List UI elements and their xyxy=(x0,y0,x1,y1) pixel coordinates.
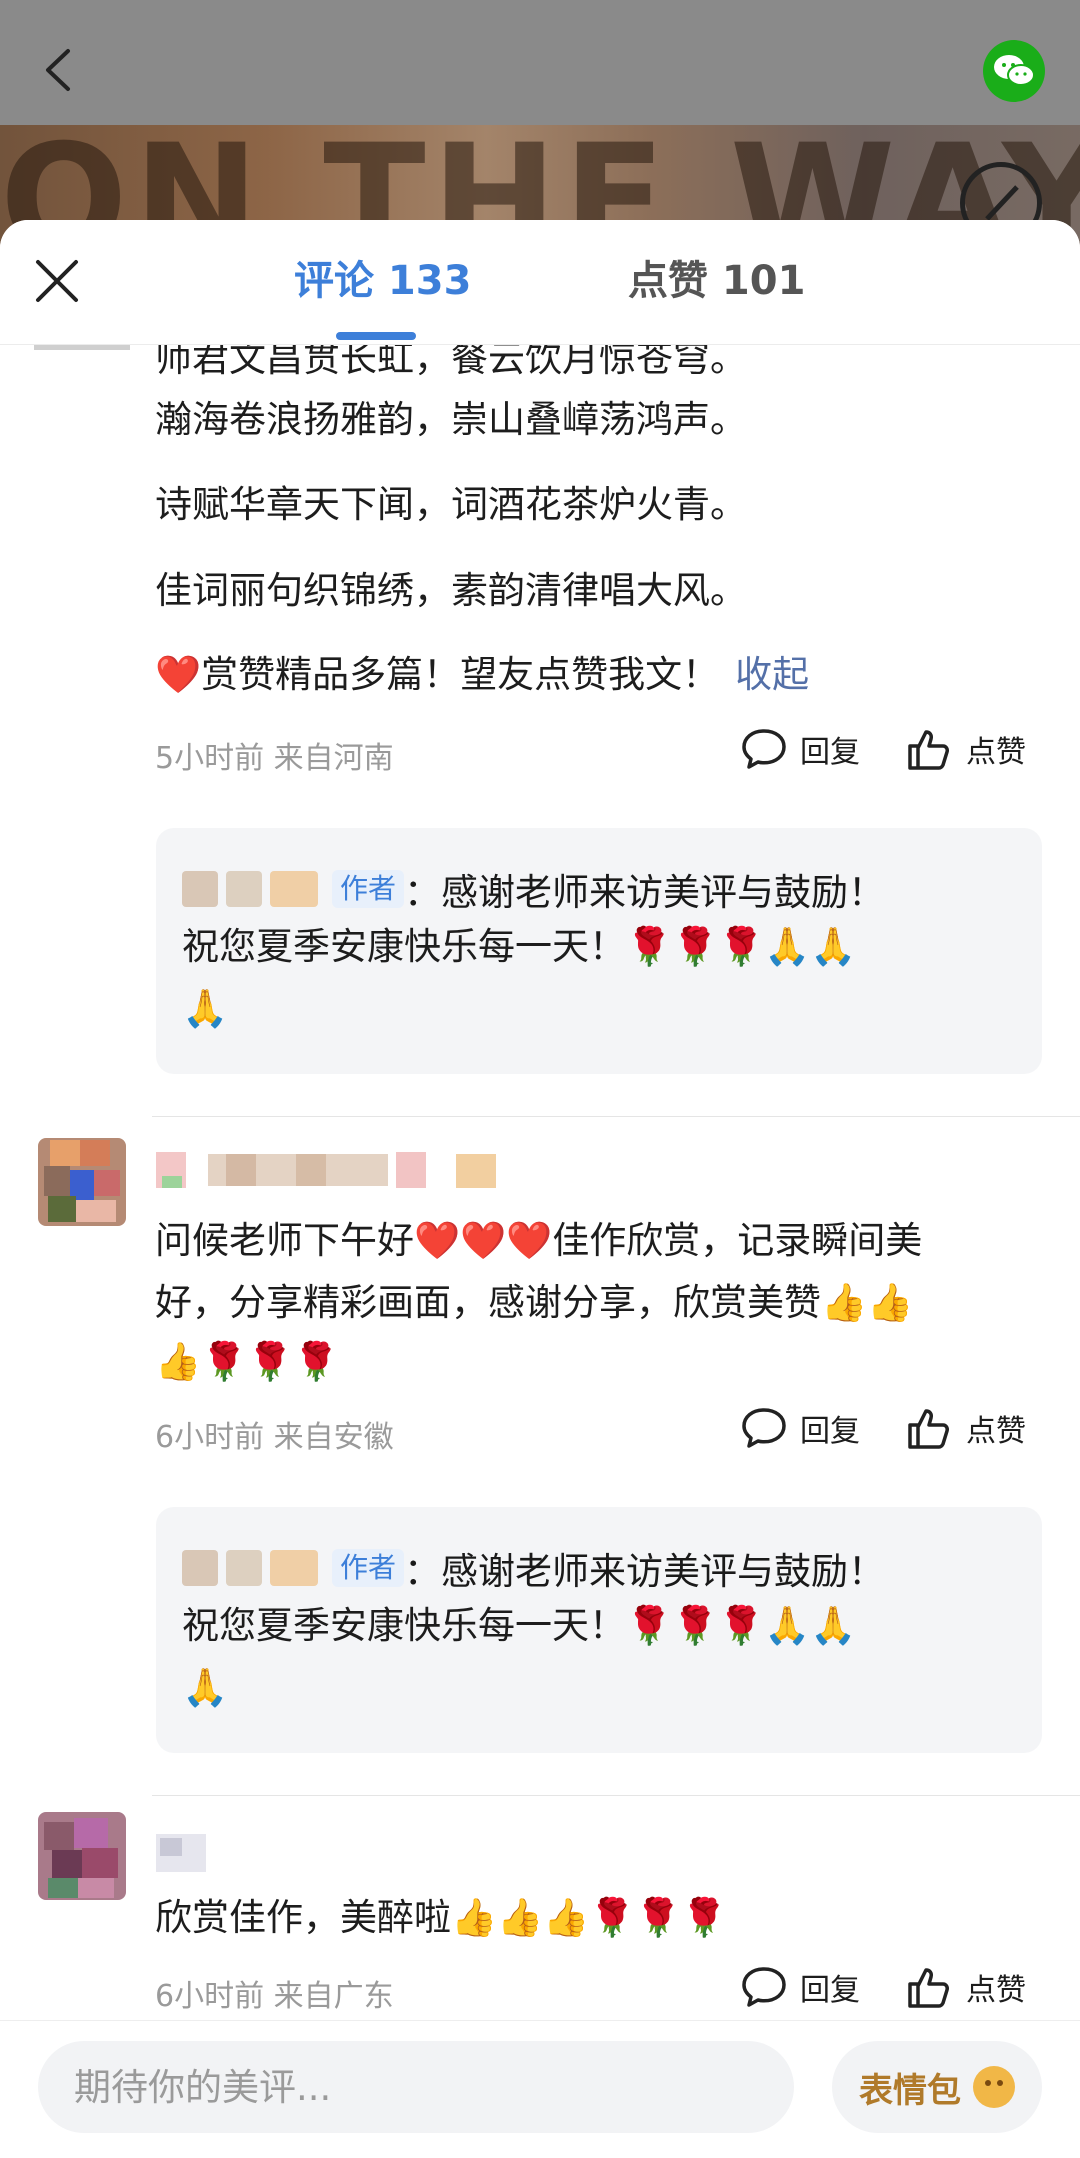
comment-actions: 回复 点赞 xyxy=(740,726,1026,772)
comment-list[interactable]: 师君文昌贯长虹，餐云饮月惊苍穹。 瀚海卷浪扬雅韵，崇山叠嶂荡鸿声。 诗赋华章天下… xyxy=(0,344,1080,2157)
comment-text: ❤️赏赞精品多篇！望友点赞我文！ xyxy=(155,653,720,696)
comment-text-line: 师君文昌贯长虹，餐云饮月惊苍穹。 xyxy=(155,344,747,380)
tab-comments[interactable]: 评论 133 xyxy=(294,256,471,306)
reply-label: 回复 xyxy=(800,735,860,770)
comment-composer-bar: 表情包 xyxy=(0,2020,1080,2158)
like-button[interactable]: 点赞 xyxy=(906,1405,1026,1451)
divider xyxy=(152,1116,1080,1117)
author-badge: 作者 xyxy=(332,1549,405,1587)
reply-author-name xyxy=(182,1550,218,1586)
reply-author-name xyxy=(182,871,218,907)
author-reply: 作者 ：感谢老师来访美评与鼓励！ 祝您夏季安康快乐每一天！🌹🌹🌹🙏🙏 🙏 xyxy=(156,1507,1042,1753)
commenter-name[interactable] xyxy=(156,1144,500,1194)
comment-bubble-icon xyxy=(742,1967,786,2007)
reply-colon: ： xyxy=(404,1550,442,1593)
reply-author-avatar xyxy=(270,1550,318,1586)
comment-text-line: 佳词丽句织锦绣，素韵清律唱大风。 xyxy=(155,569,747,612)
smile-face-icon xyxy=(973,2066,1015,2108)
wechat-icon xyxy=(994,55,1035,86)
reply-button[interactable]: 回复 xyxy=(740,727,860,771)
sticker-button-label: 表情包 xyxy=(859,2070,961,2111)
wechat-share-button[interactable] xyxy=(983,40,1045,102)
reply-button[interactable]: 回复 xyxy=(740,1965,860,2009)
reply-text-line: 感谢老师来访美评与鼓励！ xyxy=(441,1550,886,1593)
comment-text-line: 诗赋华章天下闻，词酒花茶炉火青。 xyxy=(155,483,747,526)
reply-author-name xyxy=(226,871,262,907)
back-button[interactable] xyxy=(28,40,88,100)
thumbs-up-icon xyxy=(908,730,949,770)
reply-text-line: 🙏 xyxy=(182,987,229,1030)
author-reply: 作者 ：感谢老师来访美评与鼓励！ 祝您夏季安康快乐每一天！🌹🌹🌹🙏🙏 🙏 xyxy=(156,828,1042,1074)
reply-label: 回复 xyxy=(800,1973,860,2008)
reply-text-line: 感谢老师来访美评与鼓励！ xyxy=(441,871,886,914)
sticker-button[interactable]: 表情包 xyxy=(832,2041,1042,2133)
reply-button[interactable]: 回复 xyxy=(740,1406,860,1450)
sheet-header: 评论 133 点赞 101 xyxy=(0,220,1080,345)
like-label: 点赞 xyxy=(966,1414,1026,1449)
comment-text-line: 好，分享精彩画面，感谢分享，欣赏美赞👍👍 xyxy=(155,1281,914,1324)
comment-bubble-icon xyxy=(742,1408,786,1448)
reply-text-line: 🙏 xyxy=(182,1666,229,1709)
like-button[interactable]: 点赞 xyxy=(906,1964,1026,2010)
reply-colon: ： xyxy=(404,871,442,914)
comment-meta: 6小时前 来自广东 xyxy=(155,1979,394,2014)
like-label: 点赞 xyxy=(966,735,1026,770)
comment-bubble-icon xyxy=(742,729,786,769)
comment-text-line: 欣赏佳作，美醉啦👍👍👍🌹🌹🌹 xyxy=(155,1896,728,1939)
like-label: 点赞 xyxy=(966,1973,1026,2008)
tab-likes[interactable]: 点赞 101 xyxy=(628,256,805,306)
comment-text-line: 瀚海卷浪扬雅韵，崇山叠嶂荡鸿声。 xyxy=(155,398,747,441)
comment-input[interactable] xyxy=(38,2041,794,2133)
reply-header: 作者 ：感谢老师来访美评与鼓励！ xyxy=(182,1541,885,1595)
comment-actions: 回复 点赞 xyxy=(740,1405,1026,1451)
author-badge: 作者 xyxy=(332,870,405,908)
like-button[interactable]: 点赞 xyxy=(906,726,1026,772)
avatar[interactable] xyxy=(30,1130,134,1234)
comment-actions: 回复 点赞 xyxy=(740,1964,1026,2010)
comment-text-line: ❤️赏赞精品多篇！望友点赞我文！ 收起 xyxy=(155,650,809,700)
close-icon[interactable] xyxy=(30,254,84,308)
reply-text-line: 祝您夏季安康快乐每一天！🌹🌹🌹🙏🙏 xyxy=(182,925,857,968)
reply-text-line: 祝您夏季安康快乐每一天！🌹🌹🌹🙏🙏 xyxy=(182,1604,857,1647)
comment-meta: 5小时前 来自河南 xyxy=(155,741,394,776)
back-icon xyxy=(46,49,70,91)
comment-text-line: 问候老师下午好❤️❤️❤️佳作欣赏，记录瞬间美 xyxy=(155,1219,923,1262)
reply-header: 作者 ：感谢老师来访美评与鼓励！ xyxy=(182,862,885,916)
collapse-link[interactable]: 收起 xyxy=(735,653,809,696)
thumbs-up-icon xyxy=(908,1968,949,2008)
reply-label: 回复 xyxy=(800,1414,860,1449)
active-tab-indicator xyxy=(336,332,416,340)
comments-sheet: 评论 133 点赞 101 师君文昌贯长虹，餐云饮月惊苍穹。 瀚海卷浪扬雅韵，崇… xyxy=(0,220,1080,2157)
reply-author-name xyxy=(226,1550,262,1586)
reply-author-avatar xyxy=(270,871,318,907)
thumbs-up-icon xyxy=(908,1409,949,1449)
divider xyxy=(152,1795,1080,1796)
avatar[interactable] xyxy=(30,1804,134,1908)
comment-meta: 6小时前 来自安徽 xyxy=(155,1420,394,1455)
comment-text-line: 👍🌹🌹🌹 xyxy=(155,1340,340,1383)
commenter-name[interactable] xyxy=(156,1828,210,1874)
